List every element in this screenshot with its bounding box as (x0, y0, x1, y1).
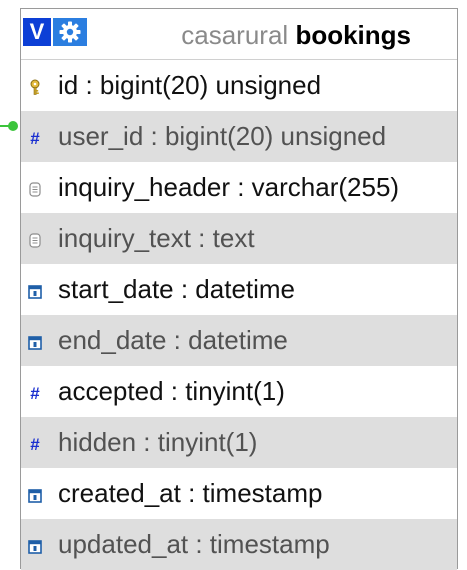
table-title: casarural bookings (181, 20, 411, 50)
numeric-hash-icon: # (28, 384, 42, 403)
column-list: id : bigint(20) unsigned # user_id : bigin… (21, 60, 457, 570)
column-label: updated_at : timestamp (58, 529, 330, 559)
view-button[interactable]: V (23, 18, 51, 46)
numeric-hash-icon: # (28, 129, 42, 148)
column-label: inquiry_header : varchar(255) (58, 172, 400, 202)
column-row[interactable]: start_date : datetime (21, 264, 457, 315)
calendar-icon (28, 487, 42, 503)
settings-button[interactable] (53, 18, 87, 46)
calendar-icon (28, 334, 42, 350)
svg-text:#: # (30, 436, 40, 452)
numeric-hash-icon: # (28, 435, 42, 454)
column-row[interactable]: created_at : timestamp (21, 468, 457, 519)
column-label: user_id : bigint(20) unsigned (58, 121, 387, 151)
column-row[interactable]: # accepted : tinyint(1) (21, 366, 457, 417)
column-row[interactable]: inquiry_header : varchar(255) (21, 162, 457, 213)
column-row[interactable]: # hidden : tinyint(1) (21, 417, 457, 468)
text-column-icon (28, 181, 42, 197)
primary-key-icon (28, 79, 42, 95)
column-label: accepted : tinyint(1) (58, 376, 285, 406)
svg-text:#: # (30, 130, 40, 146)
table-header: V casarural bookings (21, 9, 457, 60)
column-row[interactable]: id : bigint(20) unsigned (21, 60, 457, 111)
relation-connector (0, 121, 18, 131)
column-label: id : bigint(20) unsigned (58, 70, 322, 100)
calendar-icon (28, 283, 42, 299)
column-label: created_at : timestamp (58, 478, 323, 508)
column-row[interactable]: updated_at : timestamp (21, 519, 457, 570)
text-column-icon (28, 232, 42, 248)
table-box: V casarural bookings id: bigint(20) uns… (20, 8, 458, 570)
gear-icon (59, 21, 81, 43)
column-label: end_date : datetime (58, 325, 288, 355)
svg-text:#: # (30, 385, 40, 401)
column-row[interactable]: # user_id : bigint(20) unsigned (21, 111, 457, 162)
column-label: start_date : datetime (58, 274, 296, 304)
column-label: inquiry_text : text (58, 223, 255, 253)
column-label: hidden : tinyint(1) (58, 427, 258, 457)
column-row[interactable]: inquiry_text : text (21, 213, 457, 264)
table-name: bookings (295, 20, 411, 50)
database-name: casarural (181, 20, 289, 50)
column-row[interactable]: end_date : datetime (21, 315, 457, 366)
calendar-icon (28, 538, 42, 554)
